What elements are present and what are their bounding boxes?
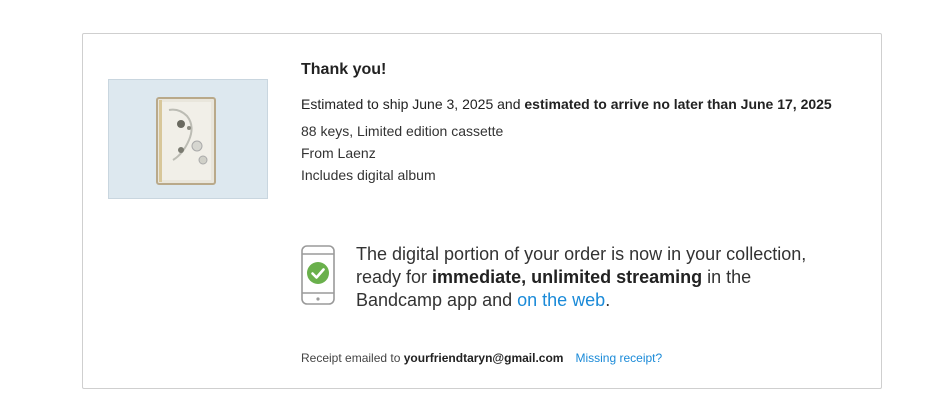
digital-notice-text: The digital portion of your order is now… [356, 243, 836, 312]
receipt-prefix: Receipt emailed to [301, 351, 404, 365]
artist-line: From Laenz [301, 145, 376, 161]
streaming-emphasis: immediate, unlimited streaming [432, 267, 703, 287]
shipping-estimate: Estimated to ship June 3, 2025 and estim… [301, 94, 861, 114]
thank-you-heading: Thank you! [301, 61, 387, 78]
missing-receipt-link[interactable]: Missing receipt? [575, 351, 662, 365]
ship-estimate-text: Estimated to ship June 3, 2025 and [301, 96, 525, 112]
arrival-estimate-text: estimated to arrive no later than June 1… [524, 96, 832, 112]
phone-check-icon [301, 245, 335, 305]
album-cover-image [108, 79, 268, 199]
receipt-email: yourfriendtaryn@gmail.com [403, 351, 564, 365]
order-details: Thank you! Estimated to ship June 3, 202… [301, 60, 861, 186]
on-the-web-link[interactable]: on the web [517, 290, 605, 310]
item-description: 88 keys, Limited edition cassette [301, 123, 504, 139]
order-confirmation-card: Thank you! Estimated to ship June 3, 202… [82, 33, 882, 389]
receipt-line: Receipt emailed to yourfriendtaryn@gmail… [301, 350, 662, 366]
digital-text-end: . [605, 290, 611, 310]
cassette-photo [109, 80, 267, 198]
includes-line: Includes digital album [301, 167, 436, 183]
digital-collection-notice: The digital portion of your order is now… [301, 243, 841, 312]
